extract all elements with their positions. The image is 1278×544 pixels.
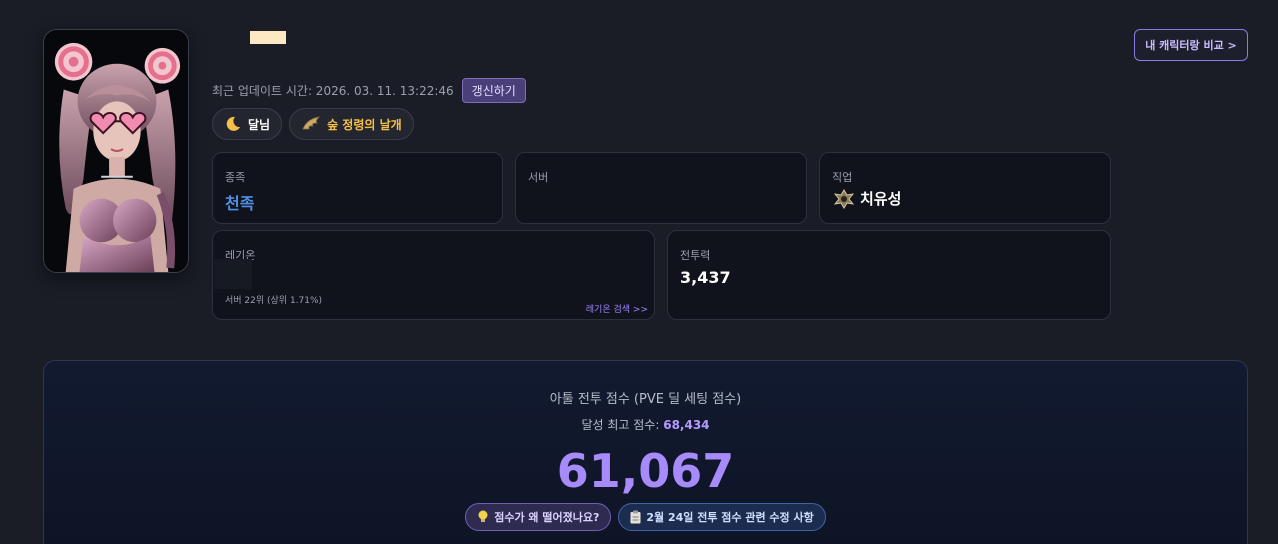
combat-power-card: 전투력 3,437: [667, 230, 1111, 320]
refresh-button[interactable]: 갱신하기: [461, 77, 526, 103]
clipboard-icon: [630, 510, 641, 524]
tag-moon[interactable]: 달님: [212, 108, 283, 140]
score-drop-button[interactable]: 점수가 왜 떨어졌나요?: [465, 503, 612, 531]
server-card: 서버: [515, 152, 807, 224]
best-score-label: 달성 최고 점수:: [581, 418, 660, 432]
score-notice-label: 2월 24일 전투 점수 관련 수정 사항: [646, 511, 814, 524]
compare-character-button[interactable]: 내 캐릭터랑 비교 >: [1134, 29, 1248, 61]
race-value: 천족: [225, 194, 255, 213]
legion-search-link[interactable]: 레기온 검색 >>: [586, 302, 648, 315]
server-label: 서버: [528, 171, 549, 184]
job-card: 직업 치유성: [819, 152, 1111, 224]
job-value: 치유성: [860, 190, 902, 208]
character-portrait: [43, 29, 189, 273]
last-update-text: 최근 업데이트 시간: 2026. 03. 11. 13:22:46: [212, 83, 454, 98]
combat-power-label: 전투력: [680, 249, 711, 262]
score-notice-button[interactable]: 2월 24일 전투 점수 관련 수정 사항: [618, 503, 826, 531]
title-tags: 달님 숲 정령의 날개: [212, 108, 414, 140]
wing-icon: [302, 116, 321, 130]
tag-wing[interactable]: 숲 정령의 날개: [289, 108, 414, 140]
character-name-block: [250, 31, 286, 44]
race-card: 종족 천족: [212, 152, 503, 224]
moon-icon: [226, 116, 240, 131]
tag-moon-label: 달님: [248, 117, 271, 132]
legion-rank: 서버 22위 (상위 1.71%): [225, 296, 323, 306]
best-score-value: 68,434: [663, 418, 710, 432]
legion-card: 레기온 서버 22위 (상위 1.71%) 레기온 검색 >>: [212, 230, 655, 320]
tag-wing-label: 숲 정령의 날개: [327, 117, 402, 132]
race-label: 종족: [225, 171, 246, 184]
cleric-emblem-icon: [834, 188, 854, 209]
job-value-row: 치유성: [834, 188, 901, 209]
lightbulb-icon: [478, 510, 488, 522]
current-score: 61,067: [556, 444, 735, 498]
battle-score-panel: 아툴 전투 점수 (PVE 딜 세팅 점수) 달성 최고 점수: 68,434 …: [43, 360, 1248, 544]
legion-name-block: [214, 259, 252, 289]
score-title: 아툴 전투 점수 (PVE 딜 세팅 점수): [549, 392, 742, 407]
update-row: 최근 업데이트 시간: 2026. 03. 11. 13:22:46 갱신하기: [212, 77, 526, 103]
score-buttons: 점수가 왜 떨어졌나요? 2월 24일 전투 점수 관련 수정 사항: [44, 503, 1247, 531]
score-drop-label: 점수가 왜 떨어졌나요?: [494, 511, 600, 524]
best-score-row: 달성 최고 점수: 68,434: [44, 416, 1247, 433]
job-label: 직업: [832, 171, 853, 184]
combat-power-value: 3,437: [680, 268, 731, 287]
